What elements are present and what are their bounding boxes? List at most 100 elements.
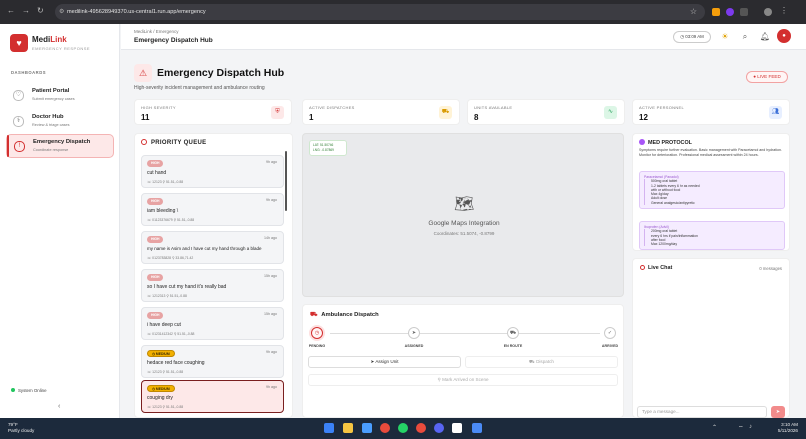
site-info-icon[interactable]: ⚙ bbox=[59, 4, 64, 20]
queue-card[interactable]: HIGH 15h ago so I have cut my hand it's … bbox=[141, 269, 284, 302]
med-protocol-panel: MED PROTOCOL Symptoms require further ev… bbox=[632, 133, 790, 251]
bookmark-star-icon[interactable]: ☆ bbox=[690, 4, 697, 20]
discord-icon[interactable] bbox=[434, 423, 444, 433]
dispatch-button[interactable]: ⛟ Dispatch bbox=[465, 356, 618, 368]
chrome-icon[interactable] bbox=[416, 423, 426, 433]
sidebar-item-doctor-hub[interactable]: ⚕ Doctor Hub Review & triage cases bbox=[6, 110, 114, 134]
file-explorer-icon[interactable] bbox=[343, 423, 353, 433]
priority-queue-panel: PRIORITY QUEUE HIGH 9h ago cut hand ☏ 12… bbox=[134, 133, 293, 418]
case-meta: ☏ 12123 ⚲ 51.51,-0.88 bbox=[147, 180, 184, 184]
case-text: hedace red face coughing bbox=[147, 360, 205, 366]
stat-label: UNITS AVAILABLE bbox=[474, 105, 513, 110]
address-bar[interactable]: ⚙ medilink-495628949370.us-central1.run.… bbox=[55, 4, 705, 20]
app-icon[interactable] bbox=[362, 423, 372, 433]
ambulance-icon: ⛟ bbox=[310, 312, 318, 318]
profile-icon[interactable] bbox=[764, 8, 772, 16]
assign-unit-button[interactable]: ➤ Assign Unit bbox=[308, 356, 461, 368]
status-dot-icon bbox=[11, 388, 15, 392]
check-icon: ✓ bbox=[604, 327, 616, 339]
whatsapp-icon[interactable] bbox=[398, 423, 408, 433]
extensions-puzzle-icon[interactable] bbox=[740, 8, 748, 16]
header-title: Emergency Dispatch Hub bbox=[134, 37, 213, 44]
case-text: my name is Asim and I have cut my hand t… bbox=[147, 246, 262, 251]
priority-queue-label: PRIORITY QUEUE bbox=[151, 140, 207, 146]
pulse-icon: ∿ bbox=[604, 106, 617, 119]
extension-icon[interactable] bbox=[712, 8, 720, 16]
sidebar-item-emergency-dispatch[interactable]: ! Emergency Dispatch Coordinate response bbox=[6, 134, 114, 158]
sidebar-item-sub: Coordinate response bbox=[33, 148, 69, 152]
chrome-menu-icon[interactable]: ⋮ bbox=[780, 7, 788, 15]
user-avatar[interactable]: ● bbox=[777, 29, 791, 43]
map-title: Google Maps Integration bbox=[428, 220, 500, 227]
queue-card[interactable]: HIGH 15h ago i have deep cut ☏ 012314123… bbox=[141, 307, 284, 340]
queue-card-selected[interactable]: ◷ MEDIUM 9h ago couging dry ☏ 12123 ⚲ 51… bbox=[141, 380, 284, 413]
chat-icon bbox=[640, 265, 645, 270]
wifi-icon[interactable]: ⌔ bbox=[738, 424, 744, 432]
medication-card: Ibuprofen (Advil) 200mg oral tablet ever… bbox=[639, 221, 785, 250]
chevron-up-icon[interactable]: ⌃ bbox=[712, 424, 717, 431]
collapse-sidebar-button[interactable]: ‹ bbox=[58, 403, 60, 410]
med-protocol-label: MED PROTOCOL bbox=[648, 140, 692, 146]
ambulance-dispatch-panel: ⛟ Ambulance Dispatch ◷ PENDING ➤ ASSIGNED ⛟… bbox=[302, 304, 624, 418]
time-ago: 9h ago bbox=[266, 385, 277, 389]
queue-card[interactable]: HIGH 14h ago my name is Asim and I have … bbox=[141, 231, 284, 264]
theme-toggle-icon[interactable]: ☀ bbox=[718, 30, 732, 44]
map-coordinates: Coordinates: 51.5074, -0.8799 bbox=[433, 231, 495, 236]
browser-toolbar: ← → ↻ ⚙ medilink-495628949370.us-central… bbox=[0, 0, 806, 24]
app-icon[interactable] bbox=[452, 423, 462, 433]
message-count: 0 messages bbox=[759, 266, 782, 271]
chat-message-input[interactable]: Type a message... bbox=[637, 406, 767, 418]
severity-badge: HIGH bbox=[147, 198, 164, 205]
stat-label: ACTIVE PERSONNEL bbox=[639, 105, 685, 110]
forward-icon[interactable]: → bbox=[22, 7, 30, 15]
live-chat-label: Live Chat bbox=[648, 265, 673, 271]
notification-bell-icon[interactable]: 🔔︎ bbox=[758, 30, 772, 44]
chrome-icon[interactable] bbox=[380, 423, 390, 433]
live-chat-panel: Live Chat 0 messages Type a message... ➤ bbox=[632, 258, 790, 418]
clock-text: 03:09 AM bbox=[685, 34, 704, 39]
time-ago: 9h ago bbox=[266, 160, 277, 164]
stat-value: 12 bbox=[639, 113, 648, 122]
page-subtitle: High-severity incident management and am… bbox=[134, 85, 265, 91]
reload-icon[interactable]: ↻ bbox=[37, 7, 44, 15]
severity-badge: HIGH bbox=[147, 160, 164, 167]
mark-arrived-label: Mark Arrived on Scene bbox=[442, 377, 489, 382]
stat-label: ACTIVE DISPATCHES bbox=[309, 105, 355, 110]
app-icon[interactable] bbox=[472, 423, 482, 433]
tray-date: 5/11/2026 bbox=[777, 428, 798, 433]
sidebar-item-label: Emergency Dispatch bbox=[33, 139, 91, 145]
case-text: iam bleeding \ bbox=[147, 208, 179, 214]
stat-label: HIGH SEVERITY bbox=[141, 105, 176, 110]
case-meta: ☏ 01123376679 ⚲ 51.51,-0.88 bbox=[147, 218, 195, 222]
step-arrived: ✓ ARRIVED bbox=[590, 327, 630, 348]
mark-arrived-button[interactable]: ⚲ Mark Arrived on Scene bbox=[308, 374, 618, 386]
sidebar-item-patient-portal[interactable]: ♡ Patient Portal Submit emergency cases bbox=[6, 84, 114, 108]
queue-scrollbar[interactable] bbox=[285, 151, 287, 211]
clock-tray[interactable]: 3:10 AM 5/11/2026 bbox=[778, 422, 798, 434]
page-title: Emergency Dispatch Hub bbox=[157, 67, 285, 79]
clock-display: ◷ 03:09 AM bbox=[673, 31, 711, 43]
queue-card[interactable]: HIGH 9h ago cut hand ☏ 12123 ⚲ 51.51,-0.… bbox=[141, 155, 284, 188]
priority-queue-title: PRIORITY QUEUE bbox=[141, 139, 206, 146]
volume-icon[interactable]: ♪ bbox=[749, 424, 752, 430]
weather-widget[interactable]: 79°F Partly cloudy bbox=[8, 422, 34, 434]
severity-label: MEDIUM bbox=[155, 387, 170, 391]
queue-card[interactable]: HIGH 9h ago iam bleeding \ ☏ 01123376679… bbox=[141, 193, 284, 226]
stat-card-active-dispatches: ACTIVE DISPATCHES 1 ⛟ bbox=[302, 99, 460, 125]
windows-start-icon[interactable] bbox=[324, 423, 334, 433]
sidebar-item-label: Patient Portal bbox=[32, 88, 70, 94]
send-button[interactable]: ➤ bbox=[771, 406, 785, 418]
protocol-description: Symptoms require further evaluation. Bas… bbox=[639, 148, 783, 157]
alert-circle-icon bbox=[141, 139, 147, 145]
back-icon[interactable]: ← bbox=[7, 7, 15, 15]
map-panel[interactable]: LAT: 51.50746 LNG: -0.87869 🗺︎ Google Ma… bbox=[302, 133, 624, 297]
live-feed-badge[interactable]: ● LIVE FEED bbox=[746, 71, 788, 83]
progress-line bbox=[330, 333, 600, 334]
queue-card[interactable]: ◷ MEDIUM 9h ago hedace red face coughing… bbox=[141, 345, 284, 378]
case-meta: ☏ 12123 ⚲ 51.51,-0.88 bbox=[147, 405, 184, 409]
status-text: System Online bbox=[18, 388, 47, 393]
search-icon[interactable]: ⌕ bbox=[738, 30, 752, 44]
extension-icon[interactable] bbox=[726, 8, 734, 16]
step-label: PENDING bbox=[308, 344, 326, 348]
ambulance-dispatch-title: ⛟ Ambulance Dispatch bbox=[310, 312, 379, 319]
